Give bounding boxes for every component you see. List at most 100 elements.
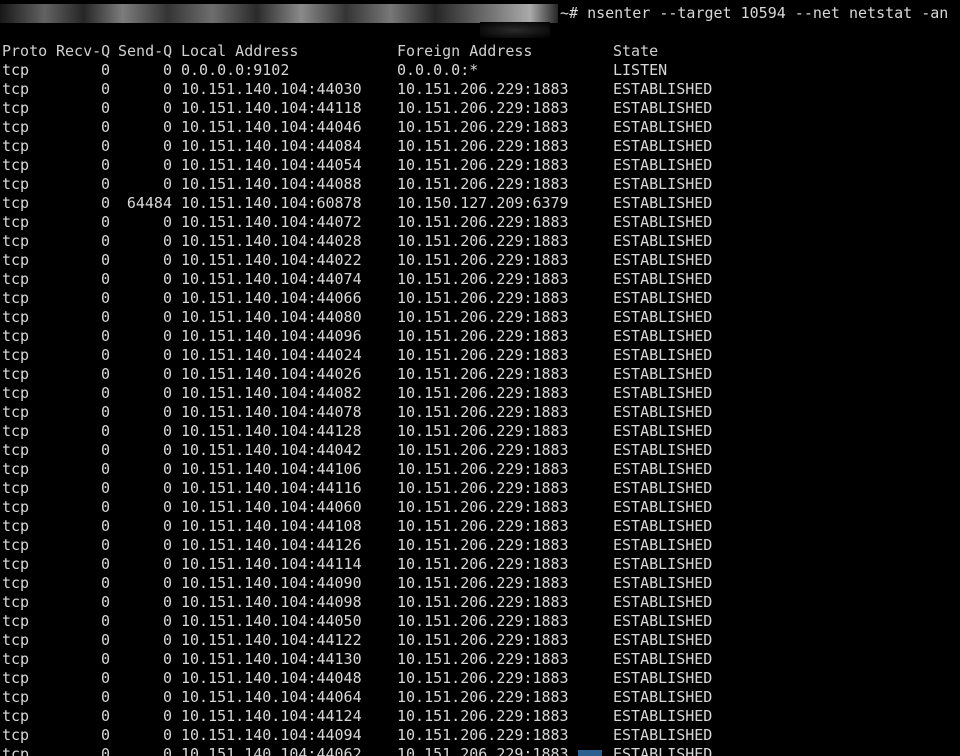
cell-proto: tcp (2, 213, 30, 231)
cell-recvq: 0 (100, 631, 110, 649)
cell-sendq: 0 (162, 61, 172, 79)
cell-sendq: 0 (162, 612, 172, 630)
cell-local-address: 10.151.140.104:44084 (181, 137, 362, 155)
cell-state: ESTABLISHED (613, 536, 713, 554)
cell-sendq: 0 (162, 80, 172, 98)
cell-proto: tcp (2, 555, 30, 573)
cell-local-address: 10.151.140.104:44078 (181, 403, 362, 421)
prompt-line: ~# nsenter --target 10594 --net netstat … (0, 4, 960, 23)
cell-proto: tcp (2, 688, 30, 706)
terminal-window[interactable]: ~# nsenter --target 10594 --net netstat … (0, 0, 960, 756)
cell-recvq: 0 (100, 745, 110, 756)
cell-state: ESTABLISHED (613, 289, 713, 307)
cell-proto: tcp (2, 80, 30, 98)
cell-state: ESTABLISHED (613, 593, 713, 611)
cell-local-address: 10.151.140.104:44118 (181, 99, 362, 117)
cell-proto: tcp (2, 593, 30, 611)
cell-proto: tcp (2, 536, 30, 554)
cell-local-address: 10.151.140.104:44116 (181, 479, 362, 497)
cell-state: ESTABLISHED (613, 118, 713, 136)
cell-local-address: 10.151.140.104:44054 (181, 156, 362, 174)
cell-proto: tcp (2, 251, 30, 269)
cell-proto: tcp (2, 498, 30, 516)
cell-sendq: 0 (162, 650, 172, 668)
cell-foreign-address: 10.151.206.229:1883 (397, 441, 569, 459)
cell-sendq: 0 (162, 688, 172, 706)
cell-recvq: 0 (100, 574, 110, 592)
cell-recvq: 0 (100, 327, 110, 345)
cell-sendq: 0 (162, 555, 172, 573)
cell-local-address: 10.151.140.104:44064 (181, 688, 362, 706)
cell-foreign-address: 10.151.206.229:1883 (397, 99, 569, 117)
cell-state: ESTABLISHED (613, 80, 713, 98)
cell-sendq: 0 (162, 536, 172, 554)
cell-recvq: 0 (100, 270, 110, 288)
cell-foreign-address: 10.151.206.229:1883 (397, 80, 569, 98)
cell-local-address: 10.151.140.104:44048 (181, 669, 362, 687)
cell-state: ESTABLISHED (613, 365, 713, 383)
header-recvq: Recv-Q (56, 42, 111, 60)
cell-recvq: 0 (100, 137, 110, 155)
cell-proto: tcp (2, 270, 30, 288)
cell-local-address: 10.151.140.104:44088 (181, 175, 362, 193)
cell-local-address: 10.151.140.104:44080 (181, 308, 362, 326)
cell-state: ESTABLISHED (613, 460, 713, 478)
cell-recvq: 0 (100, 251, 110, 269)
cell-sendq: 0 (162, 498, 172, 516)
cell-proto: tcp (2, 346, 30, 364)
cell-foreign-address: 10.151.206.229:1883 (397, 707, 569, 725)
cell-foreign-address: 10.151.206.229:1883 (397, 346, 569, 364)
cell-state: ESTABLISHED (613, 707, 713, 725)
cell-foreign-address: 10.151.206.229:1883 (397, 403, 569, 421)
cell-sendq: 0 (162, 251, 172, 269)
cell-local-address: 10.151.140.104:44122 (181, 631, 362, 649)
cell-foreign-address: 10.151.206.229:1883 (397, 137, 569, 155)
cell-state: ESTABLISHED (613, 403, 713, 421)
cell-sendq: 0 (162, 593, 172, 611)
cell-sendq: 0 (162, 213, 172, 231)
cell-local-address: 10.151.140.104:44098 (181, 593, 362, 611)
cell-proto: tcp (2, 403, 30, 421)
cell-recvq: 0 (100, 61, 110, 79)
cell-state: ESTABLISHED (613, 175, 713, 193)
cell-sendq: 0 (162, 631, 172, 649)
cell-sendq: 0 (162, 270, 172, 288)
cell-foreign-address: 10.151.206.229:1883 (397, 175, 569, 193)
cell-recvq: 0 (100, 175, 110, 193)
cell-proto: tcp (2, 99, 30, 117)
cell-state: ESTABLISHED (613, 479, 713, 497)
cell-state: ESTABLISHED (613, 612, 713, 630)
cell-recvq: 0 (100, 517, 110, 535)
cell-sendq: 0 (162, 99, 172, 117)
cell-foreign-address: 10.151.206.229:1883 (397, 384, 569, 402)
cell-local-address: 10.151.140.104:44024 (181, 346, 362, 364)
cell-proto: tcp (2, 232, 30, 250)
cell-recvq: 0 (100, 460, 110, 478)
cell-sendq: 0 (162, 137, 172, 155)
cell-foreign-address: 10.151.206.229:1883 (397, 745, 569, 756)
header-proto: Proto (2, 42, 48, 60)
cell-recvq: 0 (100, 726, 110, 744)
cell-local-address: 10.151.140.104:44126 (181, 536, 362, 554)
cell-foreign-address: 10.151.206.229:1883 (397, 156, 569, 174)
cell-proto: tcp (2, 460, 30, 478)
cell-state: ESTABLISHED (613, 346, 713, 364)
cell-recvq: 0 (100, 156, 110, 174)
cell-state: LISTEN (613, 61, 668, 79)
cell-sendq: 0 (162, 460, 172, 478)
cell-recvq: 0 (100, 346, 110, 364)
header-sendq: Send-Q (118, 42, 173, 60)
cell-foreign-address: 10.151.206.229:1883 (397, 232, 569, 250)
cell-sendq: 0 (162, 726, 172, 744)
cell-local-address: 10.151.140.104:44074 (181, 270, 362, 288)
cell-foreign-address: 0.0.0.0:* (397, 61, 479, 79)
redacted-prompt (0, 4, 558, 23)
cell-proto: tcp (2, 156, 30, 174)
cell-local-address: 10.151.140.104:44022 (181, 251, 362, 269)
cell-state: ESTABLISHED (613, 726, 713, 744)
cell-state: ESTABLISHED (613, 650, 713, 668)
cell-sendq: 0 (162, 118, 172, 136)
cell-local-address: 10.151.140.104:60878 (181, 194, 362, 212)
cell-recvq: 0 (100, 612, 110, 630)
cell-proto: tcp (2, 631, 30, 649)
